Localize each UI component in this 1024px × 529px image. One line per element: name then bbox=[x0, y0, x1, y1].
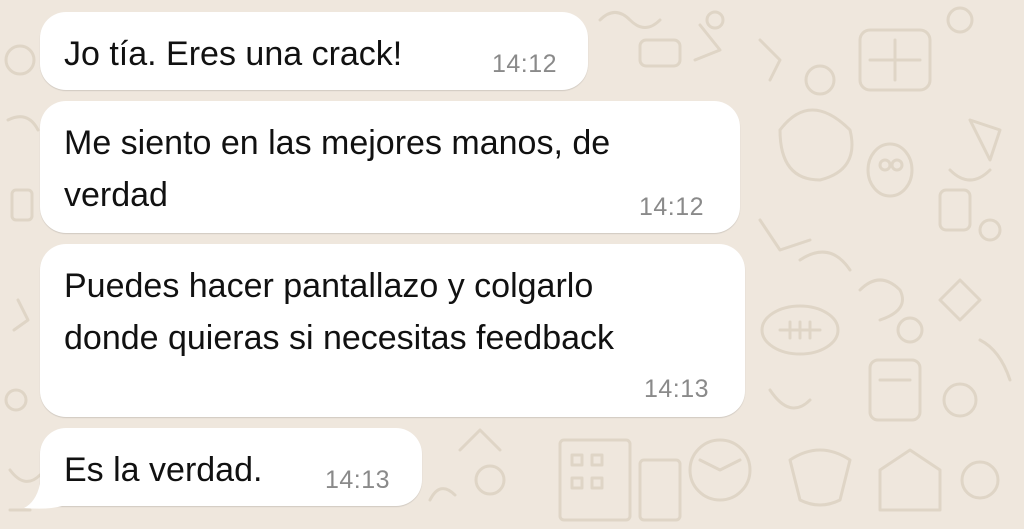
message-text: Es la verdad. bbox=[64, 451, 263, 489]
message-timestamp: 14:13 bbox=[644, 375, 710, 403]
message-bubble[interactable]: Jo tía. Eres una crack! 14:12 bbox=[40, 12, 588, 90]
message-bubble[interactable]: Puedes hacer pantallazo y colgarlo donde… bbox=[40, 244, 745, 417]
message-timestamp: 14:12 bbox=[492, 50, 558, 78]
message-text: Puedes hacer pantallazo y colgarlo donde… bbox=[64, 267, 615, 357]
message-text: Me siento en las mejores manos, de verda… bbox=[64, 124, 611, 214]
message-timestamp: 14:12 bbox=[639, 193, 705, 221]
message-timestamp: 14:13 bbox=[325, 466, 391, 494]
message-bubble[interactable]: Es la verdad. 14:13 bbox=[40, 428, 422, 506]
bubble-tail bbox=[24, 484, 62, 509]
message-bubble[interactable]: Me siento en las mejores manos, de verda… bbox=[40, 101, 740, 233]
message-text: Jo tía. Eres una crack! bbox=[64, 35, 403, 73]
